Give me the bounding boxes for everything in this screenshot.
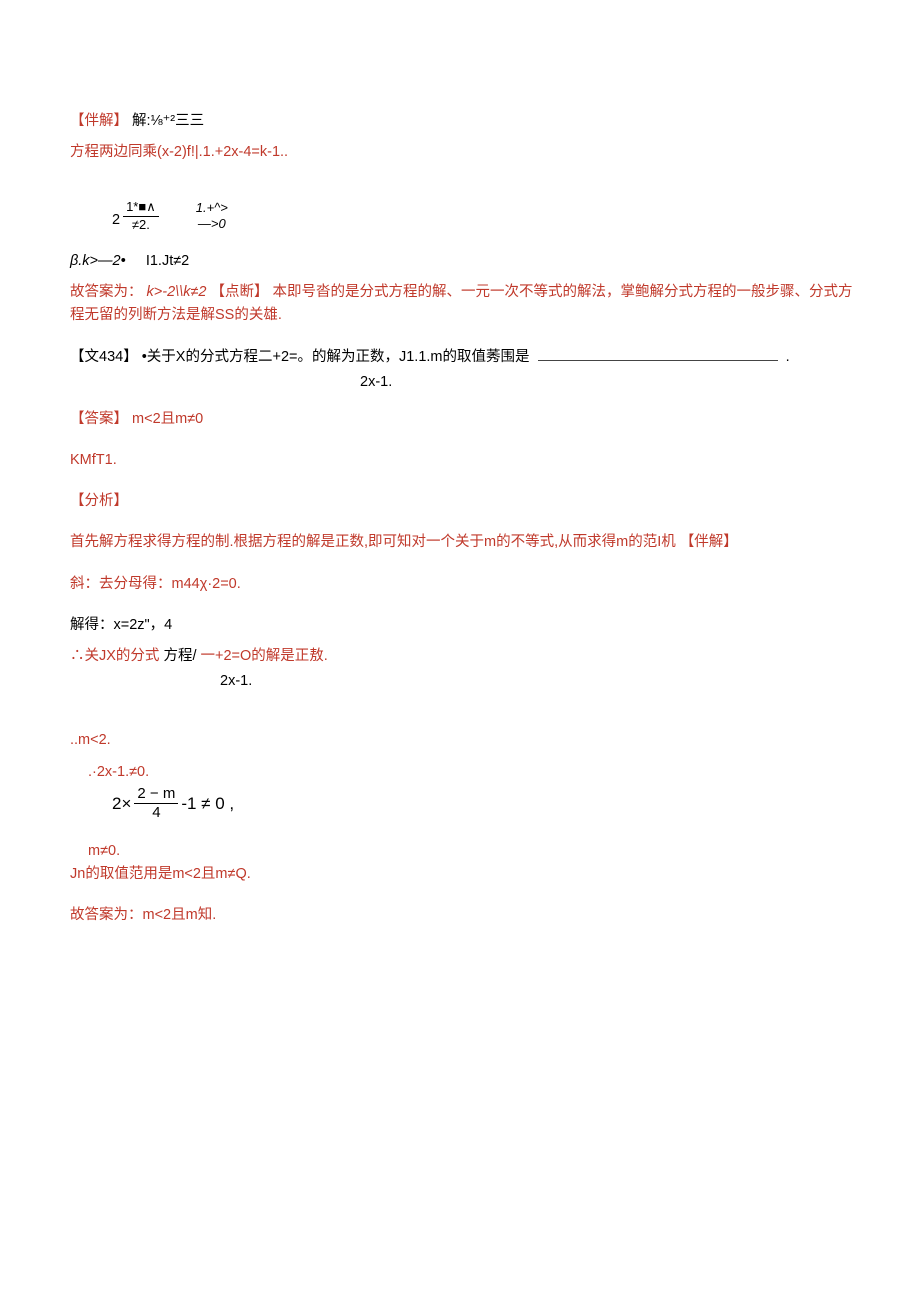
frac-expr-pre: 2×: [112, 790, 131, 817]
step-4: ..m<2.: [70, 729, 860, 752]
ans-prefix: 故答案为：: [70, 284, 143, 300]
step-5: .·2x-1.≠0.: [70, 761, 860, 784]
frac-expr-den: 4: [149, 804, 163, 822]
detail-tag-line: 【伴解】 解:⅛⁺²三三: [70, 110, 860, 133]
step-3b: 方程/: [163, 648, 196, 664]
detail-tag: 【伴解】: [70, 113, 128, 129]
step-2: 解得：x=2z"，4: [70, 614, 860, 637]
frac-2: 1.+^> —>0: [193, 201, 231, 232]
question-label: 【文434】: [70, 349, 138, 365]
frac-num-2: 1.+^>: [193, 201, 231, 216]
frac-expr-frac: 2 − m 4: [134, 786, 178, 822]
step-3-sub: 2x-1.: [70, 670, 860, 693]
step-3a: ∴关JX的分式: [70, 648, 159, 664]
step-3c: 一+2=O的解是正敖.: [201, 648, 328, 664]
frac-num: 1*■∧: [123, 200, 159, 216]
document-page: 【伴解】 解:⅛⁺²三三 方程两边同乘(x-2)f!|.1.+2x-4=k-1.…: [0, 0, 920, 999]
cond-a: β.k>—2•: [70, 253, 126, 269]
frac-cluster-1: 2 1*■∧ ≠2. 1.+^> —>0: [70, 200, 860, 232]
step-6: m≠0.: [70, 840, 860, 863]
frac-expr-post: -1 ≠ 0 ,: [181, 790, 234, 817]
step-1: 斜：去分母得：m44χ·2=0.: [70, 573, 860, 596]
dianduan-tag: 【点断】: [211, 284, 269, 300]
frac-pre: 2: [112, 209, 120, 232]
answer-body: m<2且m≠0: [132, 411, 203, 427]
step-3-block: ∴关JX的分式 方程/ 一+2=O的解是正敖. 2x-1.: [70, 645, 860, 693]
question-body: •关于X的分式方程二+2=。的解为正数，J1.1.m的取值莠围是: [142, 349, 530, 365]
analysis-body: 首先解方程求得方程的制.根据方程的解是正数,即可知对一个关于m的不等式,从而求得…: [70, 531, 860, 554]
analysis-tag: 【分析】: [70, 490, 860, 513]
answer-line: 【答案】 m<2且m≠0: [70, 408, 860, 431]
km-line: KMfT1.: [70, 449, 860, 472]
step-7: Jn的取值范用是m<2且m≠Q.: [70, 863, 860, 886]
cond-line: β.k>—2• I1.Jt≠2: [70, 250, 860, 273]
fill-blank: [538, 346, 778, 360]
frac-den: ≠2.: [129, 217, 153, 232]
frac-expr-num: 2 − m: [134, 786, 178, 805]
question-sub: 2x-1.: [70, 371, 860, 394]
cond-b: I1.Jt≠2: [146, 253, 189, 269]
frac-den-2: —>0: [195, 216, 229, 231]
analysis-detail-tag: 【伴解】: [680, 534, 738, 550]
frac-expr: 2× 2 − m 4 -1 ≠ 0 ,: [70, 786, 860, 822]
frac-1: 1*■∧ ≠2.: [123, 200, 159, 232]
step-multiply: 方程两边同乘(x-2)f!|.1.+2x-4=k-1..: [70, 141, 860, 164]
answer-tag: 【答案】: [70, 411, 128, 427]
analysis-text: 首先解方程求得方程的制.根据方程的解是正数,即可知对一个关于m的不等式,从而求得…: [70, 534, 676, 550]
question-tail: .: [786, 349, 790, 365]
ans-value: k>-2\\k≠2: [147, 284, 207, 300]
detail-body: 解:⅛⁺²三三: [132, 113, 204, 129]
final-answer: 故答案为：m<2且m知.: [70, 904, 860, 927]
answer-summary: 故答案为： k>-2\\k≠2 【点断】 本即号沓的是分式方程的解、一元一次不等…: [70, 281, 860, 327]
question-block: 【文434】 •关于X的分式方程二+2=。的解为正数，J1.1.m的取值莠围是 …: [70, 346, 860, 394]
